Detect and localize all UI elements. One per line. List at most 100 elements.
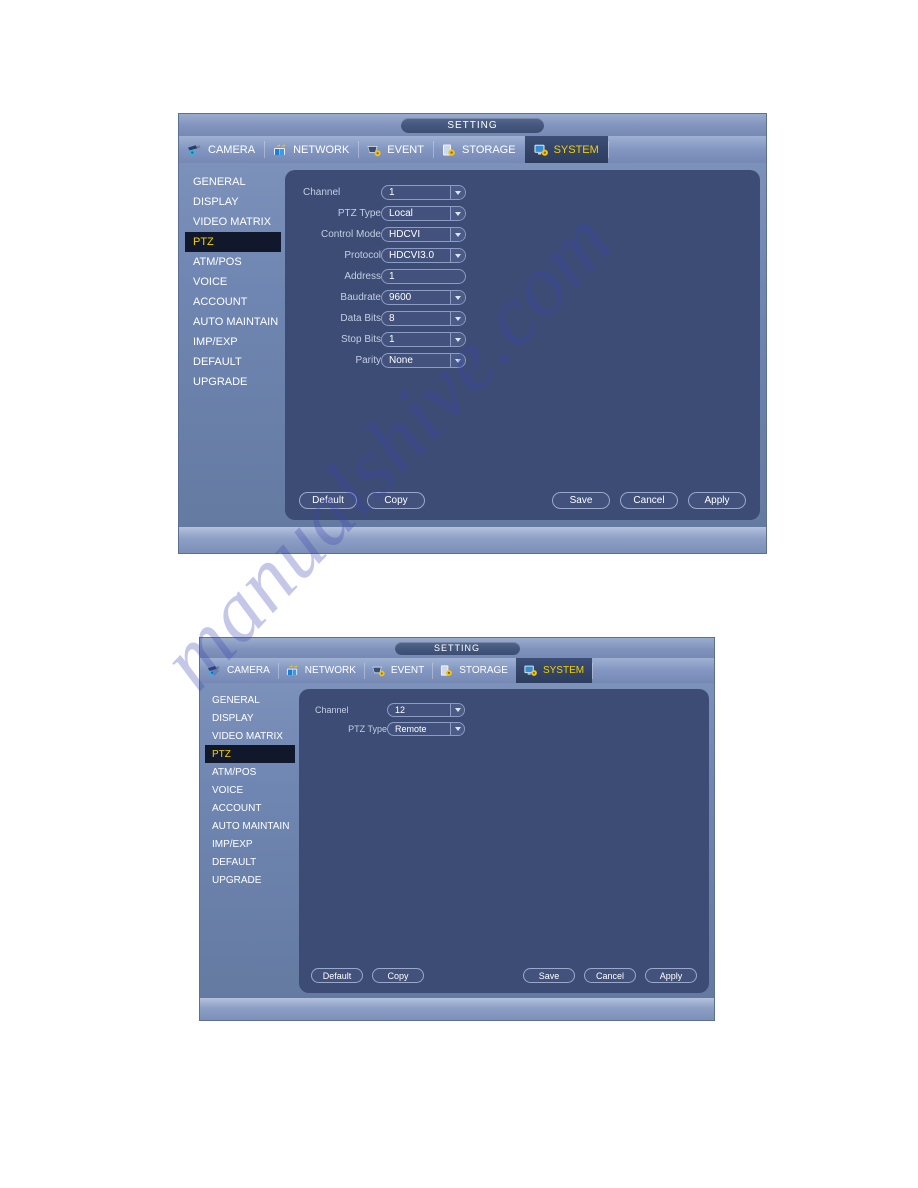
copy-button[interactable]: Copy xyxy=(367,492,425,509)
chevron-down-icon[interactable] xyxy=(450,249,465,262)
label-address: Address xyxy=(344,271,381,282)
left-button-row: Default Copy xyxy=(299,492,425,509)
field-value: Local xyxy=(389,208,413,219)
tab-camera[interactable]: CAMERA xyxy=(200,658,278,683)
left-button-row: Default Copy xyxy=(311,968,424,983)
sidebar-item-voice[interactable]: VOICE xyxy=(205,781,295,799)
tab-storage[interactable]: STORAGE xyxy=(432,658,516,683)
tab-camera[interactable]: CAMERA xyxy=(179,136,264,163)
title-bar: SETTING xyxy=(179,114,766,136)
save-button[interactable]: Save xyxy=(552,492,610,509)
dropdown-data-bits[interactable]: 8 xyxy=(381,311,466,326)
form-row: Address 1 xyxy=(303,266,760,287)
content-panel: Channel 12 PTZ Type Remote Default Copy Save… xyxy=(299,689,709,993)
field-value: 9600 xyxy=(389,292,412,303)
form-row: Control Mode HDCVI xyxy=(303,224,760,245)
window-body: GENERAL DISPLAY VIDEO MATRIX PTZ ATM/POS VOIC… xyxy=(179,163,766,553)
sidebar-item-label: AUTO MAINTAIN xyxy=(193,316,279,328)
sidebar-item-atm-pos[interactable]: ATM/POS xyxy=(205,763,295,781)
cancel-button[interactable]: Cancel xyxy=(620,492,678,509)
sidebar-item-imp-exp[interactable]: IMP/EXP xyxy=(185,332,281,352)
tab-label: SYSTEM xyxy=(542,665,585,676)
chevron-down-icon[interactable] xyxy=(450,291,465,304)
sidebar-item-imp-exp[interactable]: IMP/EXP xyxy=(205,835,295,853)
apply-button[interactable]: Apply xyxy=(645,968,697,983)
sidebar-item-default[interactable]: DEFAULT xyxy=(205,853,295,871)
sidebar-item-label: ATM/POS xyxy=(193,256,242,268)
chevron-down-icon[interactable] xyxy=(450,207,465,220)
sidebar-item-label: DISPLAY xyxy=(193,196,239,208)
dropdown-channel[interactable]: 1 xyxy=(381,185,466,200)
tab-network[interactable]: NETWORK xyxy=(264,136,358,163)
sidebar-item-ptz[interactable]: PTZ xyxy=(205,745,295,763)
field-value: Remote xyxy=(395,723,427,734)
input-address[interactable]: 1 xyxy=(381,269,466,284)
cancel-button[interactable]: Cancel xyxy=(584,968,636,983)
tab-strip-filler xyxy=(592,658,714,683)
chevron-down-icon[interactable] xyxy=(450,333,465,346)
storage-icon xyxy=(439,664,454,677)
sidebar-item-atm-pos[interactable]: ATM/POS xyxy=(185,252,281,272)
title-bar: SETTING xyxy=(200,638,714,658)
chevron-down-icon[interactable] xyxy=(450,703,464,716)
default-button[interactable]: Default xyxy=(299,492,357,509)
sidebar-item-upgrade[interactable]: UPGRADE xyxy=(185,372,281,392)
field-value: 1 xyxy=(389,271,395,282)
tab-network[interactable]: NETWORK xyxy=(277,658,364,683)
settings-window-ptz-local: SETTING CAMERA NETWORK EVENT STORAGE SYSTEM … xyxy=(178,113,767,554)
form-row: Parity None xyxy=(303,350,760,371)
chevron-down-icon[interactable] xyxy=(450,312,465,325)
apply-button[interactable]: Apply xyxy=(688,492,746,509)
dropdown-channel[interactable]: 12 xyxy=(387,702,465,717)
sidebar-item-display[interactable]: DISPLAY xyxy=(185,192,281,212)
default-button[interactable]: Default xyxy=(311,968,363,983)
chevron-down-icon[interactable] xyxy=(450,722,464,735)
sidebar-item-label: IMP/EXP xyxy=(212,838,253,850)
sidebar-item-video-matrix[interactable]: VIDEO MATRIX xyxy=(205,727,295,745)
label-protocol: Protocol xyxy=(344,250,381,261)
field-value: 1 xyxy=(389,334,395,345)
form-row: Channel 12 xyxy=(315,700,709,719)
sidebar-item-display[interactable]: DISPLAY xyxy=(205,709,295,727)
sidebar-item-video-matrix[interactable]: VIDEO MATRIX xyxy=(185,212,281,232)
save-button[interactable]: Save xyxy=(523,968,575,983)
chevron-down-icon[interactable] xyxy=(450,354,465,367)
sidebar-item-ptz[interactable]: PTZ xyxy=(185,232,281,252)
window-title: SETTING xyxy=(401,117,544,133)
sidebar-item-account[interactable]: ACCOUNT xyxy=(185,292,281,312)
form-row: PTZ Type Local xyxy=(303,203,760,224)
dropdown-protocol[interactable]: HDCVI3.0 xyxy=(381,248,466,263)
tab-event[interactable]: EVENT xyxy=(358,136,433,163)
dropdown-ptz-type[interactable]: Local xyxy=(381,206,466,221)
sidebar-item-default[interactable]: DEFAULT xyxy=(185,352,281,372)
chevron-down-icon[interactable] xyxy=(450,186,465,199)
label-control-mode: Control Mode xyxy=(320,229,381,240)
sidebar-item-auto-maintain[interactable]: AUTO MAINTAIN xyxy=(185,312,281,332)
sidebar-item-general[interactable]: GENERAL xyxy=(185,172,281,192)
tab-system[interactable]: SYSTEM xyxy=(524,136,608,163)
sidebar-item-label: PTZ xyxy=(193,236,214,248)
dropdown-stop-bits[interactable]: 1 xyxy=(381,332,466,347)
tab-event[interactable]: EVENT xyxy=(363,658,432,683)
chevron-down-icon[interactable] xyxy=(450,228,465,241)
dropdown-control-mode[interactable]: HDCVI xyxy=(381,227,466,242)
sidebar-item-upgrade[interactable]: UPGRADE xyxy=(205,871,295,889)
sidebar-item-voice[interactable]: VOICE xyxy=(185,272,281,292)
ptz-form: Channel 12 PTZ Type Remote xyxy=(299,689,709,738)
tab-storage[interactable]: STORAGE xyxy=(432,136,525,163)
network-icon xyxy=(272,143,288,157)
tab-system[interactable]: SYSTEM xyxy=(515,658,593,683)
sidebar-item-label: ACCOUNT xyxy=(212,802,262,814)
dropdown-baudrate[interactable]: 9600 xyxy=(381,290,466,305)
dropdown-parity[interactable]: None xyxy=(381,353,466,368)
camera-icon xyxy=(187,143,203,157)
window-footer xyxy=(200,998,714,1020)
sidebar-item-account[interactable]: ACCOUNT xyxy=(205,799,295,817)
sidebar-item-auto-maintain[interactable]: AUTO MAINTAIN xyxy=(205,817,295,835)
dropdown-ptz-type[interactable]: Remote xyxy=(387,721,465,736)
tab-strip: CAMERA NETWORK EVENT STORAGE SYSTEM xyxy=(179,136,766,163)
tab-label: EVENT xyxy=(390,665,425,676)
copy-button[interactable]: Copy xyxy=(372,968,424,983)
label-parity: Parity xyxy=(355,355,381,366)
sidebar-item-general[interactable]: GENERAL xyxy=(205,691,295,709)
